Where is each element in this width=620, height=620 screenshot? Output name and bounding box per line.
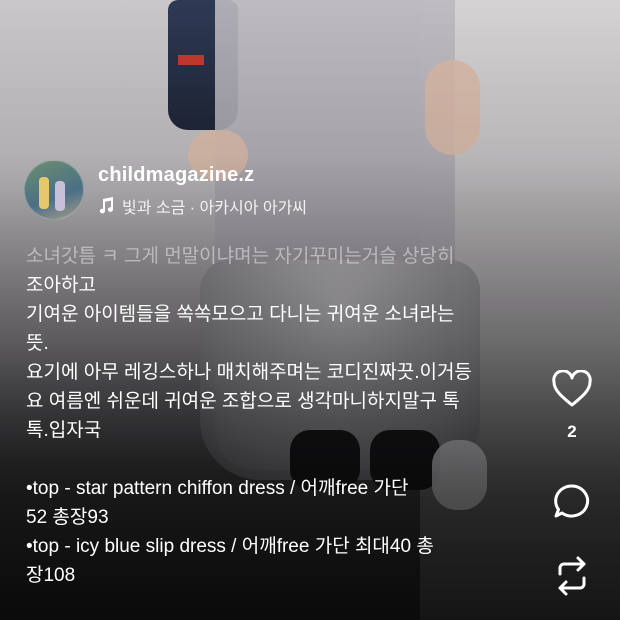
caption-line: 장108 bbox=[26, 565, 76, 586]
caption-line: 요 여름엔 쉬운데 귀여운 조합으로 생각마니하지말구 톡 bbox=[26, 391, 460, 412]
music-note-icon bbox=[99, 197, 114, 214]
music-info[interactable]: 빛과 소금 · 아카시아 아가씨 bbox=[98, 194, 307, 218]
post-caption: 소녀갓틈 ㅋ 그게 먼말이냐며는 자기꾸미는거슬 상당히 조아하고 기여운 아이… bbox=[26, 242, 526, 590]
avatar-figure bbox=[39, 177, 49, 209]
caption-line: 요기에 아무 레깅스하나 매치해주며는 코디진짜끗.이거등 bbox=[26, 362, 472, 383]
repost-icon bbox=[558, 556, 586, 596]
like-count: 2 bbox=[567, 422, 577, 441]
caption-line: 소녀갓틈 ㅋ 그게 먼말이냐며는 자기꾸미는거슬 상당히 bbox=[26, 246, 455, 267]
repost-button[interactable] bbox=[550, 554, 594, 598]
comment-icon bbox=[554, 484, 590, 518]
music-label: 빛과 소금 · 아카시아 아가씨 bbox=[122, 199, 308, 217]
action-bar: 2 bbox=[550, 370, 594, 598]
caption-line: 52 총장93 bbox=[26, 507, 109, 528]
caption-line: •top - star pattern chiffon dress / 어깨fr… bbox=[26, 478, 409, 499]
caption-line: 조아하고 bbox=[26, 275, 96, 296]
post-author: childmagazine.z 빛과 소금 · 아카시아 아가씨 bbox=[24, 160, 307, 220]
comment-button[interactable] bbox=[550, 482, 594, 522]
caption-line: •top - icy blue slip dress / 어깨free 가단 최… bbox=[26, 536, 434, 557]
avatar-figure bbox=[55, 181, 65, 211]
avatar[interactable] bbox=[24, 160, 84, 220]
author-meta: childmagazine.z 빛과 소금 · 아카시아 아가씨 bbox=[98, 163, 307, 218]
caption-line: 뜻. bbox=[26, 333, 49, 354]
caption-line: 톡.입자국 bbox=[26, 420, 102, 441]
like-button[interactable]: 2 bbox=[550, 370, 594, 442]
caption-line: 기여운 아이템들을 쏙쏙모으고 다니는 귀여운 소녀라는 bbox=[26, 304, 455, 325]
heart-icon bbox=[552, 370, 592, 407]
username[interactable]: childmagazine.z bbox=[98, 163, 307, 187]
